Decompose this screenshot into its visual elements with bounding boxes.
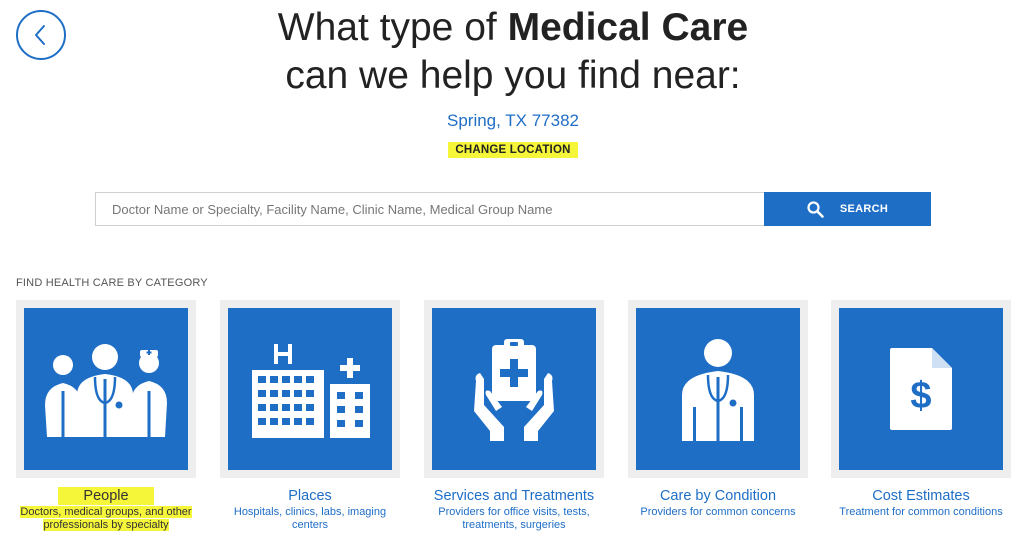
title-prefix: What type of <box>277 6 497 49</box>
svg-text:$: $ <box>910 375 931 417</box>
buildings-icon <box>252 344 370 438</box>
card-description: Doctors, medical groups, and other profe… <box>20 506 192 531</box>
dollar-document-icon: $ <box>890 348 952 430</box>
search-icon <box>807 200 824 218</box>
category-card-people[interactable]: People Doctors, medical groups, and othe… <box>16 300 196 532</box>
card-description: Hospitals, clinics, labs, imaging center… <box>233 506 387 531</box>
doctor-icon <box>682 339 754 441</box>
card-description: Providers for common concerns <box>640 506 796 518</box>
category-card-services[interactable]: Services and Treatments Providers for of… <box>424 300 604 532</box>
search-button-label: SEARCH <box>839 203 889 215</box>
card-title: People <box>58 487 154 505</box>
page-title: What type of Medical Care can we help yo… <box>0 4 1026 100</box>
card-description: Treatment for common conditions <box>839 506 1003 518</box>
clipboard-hands-icon <box>474 339 554 441</box>
card-title: Care by Condition <box>659 488 777 504</box>
card-title: Cost Estimates <box>872 488 970 504</box>
people-icon <box>45 344 167 437</box>
card-title: Services and Treatments <box>433 488 595 504</box>
section-label: FIND HEALTH CARE BY CATEGORY <box>16 277 208 289</box>
title-line-2: can we help you find near: <box>285 54 741 97</box>
card-description: Providers for office visits, tests, trea… <box>438 506 590 531</box>
category-card-condition[interactable]: Care by Condition Providers for common c… <box>628 300 808 519</box>
current-location: Spring, TX 77382 <box>447 111 579 130</box>
search-input[interactable] <box>95 192 765 226</box>
category-card-cost[interactable]: $ Cost Estimates Treatment for common co… <box>831 300 1011 519</box>
change-location-link[interactable]: CHANGE LOCATION <box>448 142 578 158</box>
card-title: Places <box>288 488 332 504</box>
search-button[interactable]: SEARCH <box>764 192 931 226</box>
title-bold: Medical Care <box>507 6 749 49</box>
category-card-places[interactable]: Places Hospitals, clinics, labs, imaging… <box>220 300 400 532</box>
